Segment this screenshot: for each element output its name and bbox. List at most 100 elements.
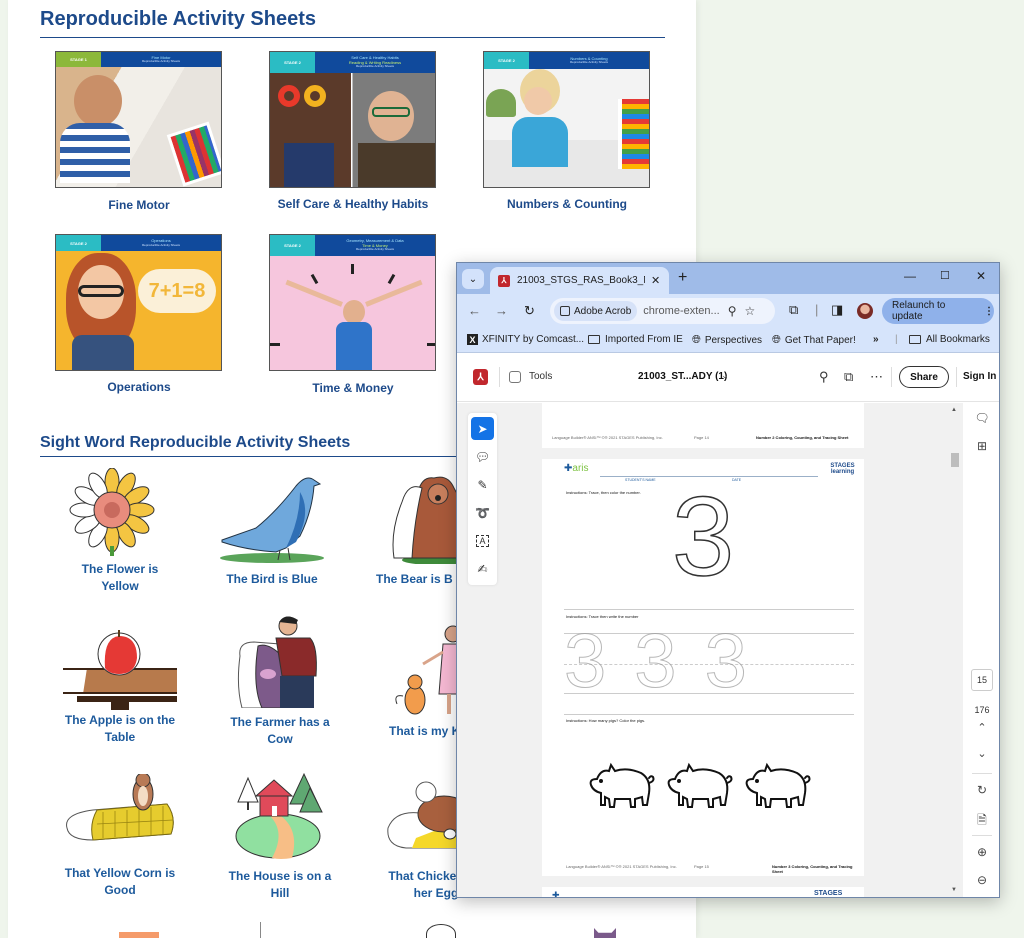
all-bookmarks-button[interactable]: All Bookmarks: [909, 334, 990, 345]
vertical-scrollbar[interactable]: ▲ ▼: [948, 403, 962, 897]
text-box-icon: A: [476, 534, 489, 547]
back-button[interactable]: ←: [468, 303, 481, 318]
stage-badge: STAGE 1: [56, 52, 101, 67]
profile-avatar[interactable]: [857, 303, 873, 319]
equation-bubble: 7+1=8: [138, 269, 216, 313]
document-name[interactable]: 21003_ST...ADY (1): [638, 371, 727, 382]
extensions-puzzle-icon[interactable]: ⧉: [789, 302, 798, 318]
cover-time-money[interactable]: STAGE 2 Geometry, Measurement & Data Time…: [269, 234, 436, 371]
cover-label[interactable]: Numbers & Counting: [467, 197, 667, 211]
section-divider: [40, 37, 665, 38]
page-thumbnails-icon[interactable]: ⧉: [844, 369, 853, 385]
acrobat-logo-icon[interactable]: ⅄: [473, 369, 488, 385]
close-tab-icon[interactable]: ✕: [651, 274, 660, 287]
highlight-tool-button[interactable]: ✎: [471, 473, 494, 496]
text-tool-button[interactable]: A: [471, 529, 494, 552]
url-text[interactable]: chrome-exten...: [643, 305, 719, 317]
bookmark-star-icon[interactable]: ☆: [744, 304, 755, 318]
minimize-button[interactable]: —: [904, 269, 916, 283]
corn-chipmunk-image[interactable]: [63, 772, 177, 854]
sunflower-image[interactable]: [68, 467, 156, 556]
rotate-icon[interactable]: ↻: [963, 783, 999, 797]
comment-icon: 💬︎: [474, 449, 491, 464]
cover-label[interactable]: Operations: [39, 380, 239, 394]
instruction-3: Instructions: How many pigs? Color the p…: [566, 718, 646, 723]
next-page-button[interactable]: ⌄: [963, 747, 999, 760]
sight-word-label[interactable]: The Apple is on the Table: [45, 712, 195, 746]
farmer-cow-image[interactable]: [232, 616, 324, 709]
page-fit-icon[interactable]: 🗎︎: [963, 811, 999, 832]
reload-button[interactable]: ↻: [524, 303, 535, 319]
thumbnails-grid-icon[interactable]: ⊞: [963, 439, 999, 453]
tools-grid-icon[interactable]: [509, 371, 521, 383]
address-bar[interactable]: Adobe Acrob chrome-exten... ⚲ ☆: [550, 298, 775, 324]
cover-photo: [270, 256, 435, 370]
page-footer-left: Language Builder® ANSI™ ©® 2021 STAGES P…: [566, 864, 677, 869]
house-hill-image[interactable]: [230, 768, 326, 860]
bookmark-get-that-paper[interactable]: 🌐︎ Get That Paper!: [772, 334, 856, 347]
sign-in-button[interactable]: Sign In: [963, 371, 996, 382]
page-footer-right: Number 3 Coloring, Counting, and Tracing…: [772, 864, 853, 874]
comment-tool-button[interactable]: 💬︎: [471, 445, 494, 468]
more-options-icon[interactable]: ⋯: [870, 369, 883, 385]
cover-label[interactable]: Fine Motor: [39, 198, 239, 212]
scroll-up-arrow[interactable]: ▲: [951, 407, 957, 413]
pen-icon: ✎: [477, 477, 488, 492]
scroll-down-arrow[interactable]: ▼: [951, 887, 957, 893]
right-rail: 🗨︎ ⊞ 15 176 ⌃ ⌄ ↻ 🗎︎ ⊕ ⊖: [963, 403, 999, 897]
comments-panel-icon[interactable]: 🗨︎: [963, 411, 999, 425]
tab-search-button[interactable]: ⌄: [462, 269, 484, 289]
apple-table-image[interactable]: [63, 630, 177, 710]
sight-word-label[interactable]: The House is on a Hill: [205, 868, 355, 902]
xfinity-icon: X: [467, 334, 478, 345]
stages-learning-logo: STAGES learning: [829, 463, 856, 476]
search-icon[interactable]: ⚲: [819, 369, 829, 385]
draw-tool-button[interactable]: ➰: [471, 501, 494, 524]
sign-tool-button[interactable]: ✍︎: [471, 557, 494, 580]
current-page-input[interactable]: 15: [971, 669, 993, 691]
bookmark-imported-from-ie[interactable]: Imported From IE: [588, 334, 683, 345]
tab-pdf[interactable]: ⅄ 21003_STGS_RAS_Book3_Numb ✕: [490, 267, 669, 294]
cover-subtitle: Reproducible Activity Sheets: [141, 59, 181, 64]
scrollbar-thumb[interactable]: [951, 453, 959, 467]
extension-chip[interactable]: Adobe Acrob: [554, 301, 638, 321]
pdf-page-14: Language Builder® ANSI™ ©® 2021 STAGES P…: [542, 403, 864, 448]
more-vert-icon[interactable]: ⋮: [984, 306, 994, 317]
pdf-viewer[interactable]: ➤ 💬︎ ✎ ➰ A ✍︎ Language Builder® ANSI™ ©®…: [457, 403, 999, 897]
bird-image[interactable]: [216, 472, 328, 564]
pig-outline: [589, 762, 655, 808]
sight-word-label[interactable]: That Yellow Corn is Good: [45, 865, 195, 899]
partial-item-image: [426, 924, 456, 938]
cover-self-care[interactable]: STAGE 2 Self Care & Healthy Habits Readin…: [269, 51, 436, 188]
sight-word-label[interactable]: The Flower is Yellow: [45, 561, 195, 595]
cover-label[interactable]: Time & Money: [253, 381, 453, 395]
close-window-button[interactable]: ✕: [976, 269, 986, 283]
cover-label[interactable]: Self Care & Healthy Habits: [253, 197, 453, 211]
cover-fine-motor[interactable]: STAGE 1 Fine Motor Reproducible Activity …: [55, 51, 222, 188]
select-tool-button[interactable]: ➤: [471, 417, 494, 440]
forward-button[interactable]: →: [495, 303, 508, 318]
previous-page-button[interactable]: ⌃: [963, 721, 999, 734]
zoom-out-icon[interactable]: ⊖: [963, 873, 999, 887]
cover-operations[interactable]: STAGE 2 Operations Reproducible Activity …: [55, 234, 222, 371]
rail-separator: [972, 773, 992, 774]
relaunch-update-button[interactable]: Relaunch to update ⋮: [882, 298, 994, 324]
zoom-in-icon[interactable]: ⊕: [963, 845, 999, 859]
tools-button[interactable]: Tools: [529, 371, 552, 382]
more-bookmarks-button[interactable]: »: [873, 334, 879, 345]
section-rule: [564, 714, 854, 715]
section-title-reproducible: Reproducible Activity Sheets: [40, 8, 316, 30]
section-title-sight-word: Sight Word Reproducible Activity Sheets: [40, 434, 351, 451]
bookmark-xfinity[interactable]: X XFINITY by Comcast...: [467, 334, 584, 345]
chevron-down-icon[interactable]: ⌄: [721, 370, 729, 381]
maximize-button[interactable]: ☐: [940, 269, 950, 282]
cover-numbers-counting[interactable]: STAGE 2 Numbers & Counting Reproducible A…: [483, 51, 650, 188]
folder-icon: [588, 335, 600, 344]
zoom-icon[interactable]: ⚲: [728, 304, 737, 318]
sight-word-label[interactable]: The Farmer has a Cow: [205, 714, 355, 748]
new-tab-button[interactable]: +: [678, 269, 687, 287]
bookmark-perspectives[interactable]: 🌐︎ Perspectives: [692, 334, 762, 347]
sight-word-label[interactable]: The Bird is Blue: [197, 571, 347, 588]
side-panel-icon[interactable]: ◨: [831, 302, 843, 318]
share-button[interactable]: Share: [899, 366, 949, 388]
